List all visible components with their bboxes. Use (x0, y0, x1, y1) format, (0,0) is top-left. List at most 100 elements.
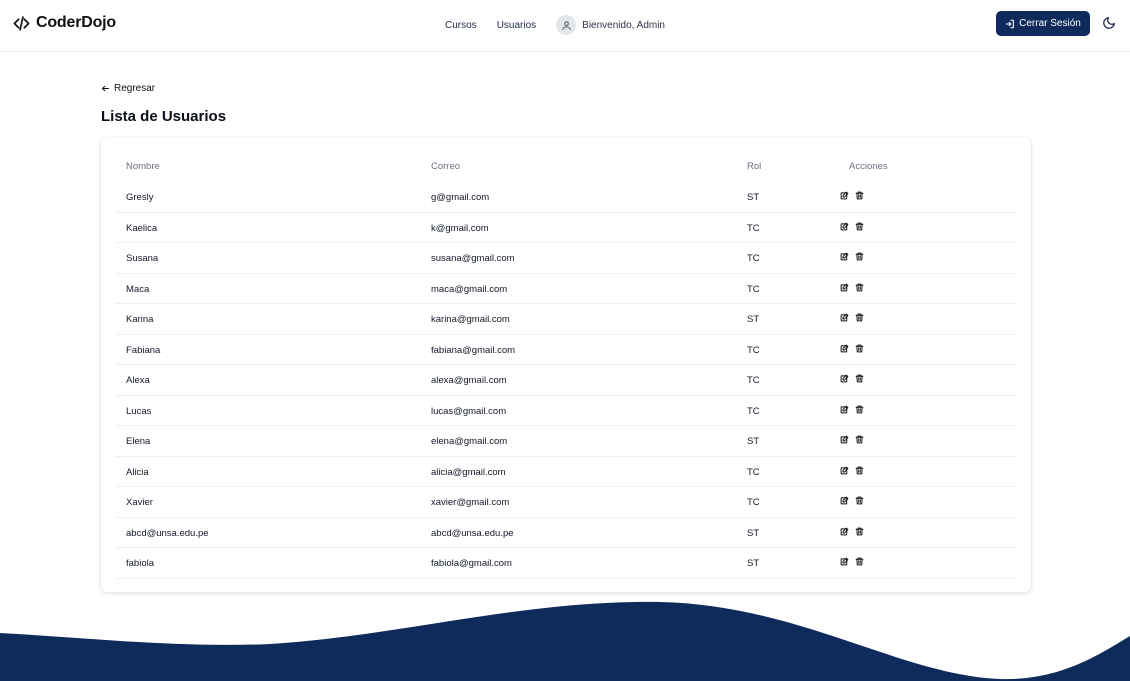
trash-icon[interactable] (855, 283, 864, 292)
table-row: Karina karina@gmail.com ST (116, 304, 1016, 335)
edit-icon[interactable] (840, 252, 849, 261)
top-navbar: CoderDojo Cursos Usuarios Bienvenido, Ad… (0, 0, 1130, 52)
footer-wave (0, 601, 1130, 681)
cell-name: Fabiana (126, 344, 161, 356)
cell-role: TC (747, 253, 760, 264)
users-table-card: Nombre Correo Rol Acciones Gresly g@gmail… (101, 138, 1031, 592)
user-icon (561, 20, 571, 30)
trash-icon[interactable] (855, 374, 864, 383)
cell-email: susana@gmail.com (431, 253, 515, 264)
trash-icon[interactable] (855, 496, 864, 505)
edit-icon[interactable] (840, 435, 849, 444)
table-body: Gresly g@gmail.com ST Kaelica k@gmail.com TC S… (116, 182, 1016, 579)
page-title: Lista de Usuarios (101, 108, 227, 125)
cell-email: fabiana@gmail.com (431, 344, 516, 356)
row-actions (840, 191, 864, 200)
cell-name: Maca (126, 283, 150, 295)
cell-name: Kaelica (126, 222, 158, 234)
cell-role: TC (747, 283, 760, 295)
cell-role: ST (747, 527, 760, 539)
cell-name: fabiola (126, 558, 154, 569)
trash-icon[interactable] (855, 435, 864, 444)
cell-email: xavier@gmail.com (431, 497, 510, 508)
avatar[interactable] (556, 15, 577, 35)
trash-icon[interactable] (855, 344, 864, 353)
row-actions (840, 374, 864, 383)
cell-name: Karina (126, 314, 154, 325)
cell-email: abcd@unsa.edu.pe (431, 527, 514, 539)
cell-role: TC (747, 344, 760, 356)
edit-icon[interactable] (840, 313, 849, 322)
row-actions (840, 557, 864, 566)
logout-button[interactable]: Cerrar Sesión (996, 11, 1090, 36)
cell-email: karina@gmail.com (431, 314, 510, 325)
cell-email: g@gmail.com (431, 192, 490, 203)
edit-icon[interactable] (840, 374, 849, 383)
cell-role: TC (747, 497, 760, 508)
welcome-text: Bienvenido, Admin (582, 19, 665, 31)
back-link[interactable]: Regresar (101, 83, 155, 94)
cell-email: maca@gmail.com (431, 283, 508, 295)
row-actions (840, 527, 864, 536)
trash-icon[interactable] (855, 405, 864, 414)
cell-name: abcd@unsa.edu.pe (126, 527, 209, 539)
edit-icon[interactable] (840, 527, 849, 536)
cell-email: lucas@gmail.com (431, 405, 507, 417)
moon-icon[interactable] (1102, 16, 1116, 30)
trash-icon[interactable] (855, 313, 864, 322)
cell-email: alexa@gmail.com (431, 375, 507, 386)
arrow-left-icon (102, 85, 109, 92)
cell-role: TC (747, 375, 760, 386)
edit-icon[interactable] (840, 283, 849, 292)
back-label: Regresar (114, 83, 156, 94)
row-actions (840, 283, 864, 292)
column-header-actions: Acciones (849, 161, 888, 172)
table-row: Maca maca@gmail.com TC (116, 274, 1016, 304)
cell-email: fabiola@gmail.com (431, 558, 512, 569)
table-row: Elena elena@gmail.com ST (116, 426, 1016, 457)
cell-name: Gresly (126, 192, 154, 203)
column-header-name: Nombre (126, 161, 160, 172)
trash-icon[interactable] (855, 466, 864, 475)
table-row: fabiola fabiola@gmail.com ST (116, 548, 1016, 579)
cell-email: k@gmail.com (431, 222, 489, 234)
row-actions (840, 252, 864, 261)
trash-icon[interactable] (855, 557, 864, 566)
cell-name: Lucas (126, 405, 152, 417)
cell-role: ST (747, 314, 760, 325)
cell-role: TC (747, 222, 760, 234)
row-actions (840, 344, 864, 353)
nav-link-courses[interactable]: Cursos (445, 20, 477, 31)
edit-icon[interactable] (840, 496, 849, 505)
brand-logo[interactable]: CoderDojo (13, 14, 116, 32)
edit-icon[interactable] (840, 557, 849, 566)
edit-icon[interactable] (840, 405, 849, 414)
table-row: Kaelica k@gmail.com TC (116, 213, 1016, 243)
table-row: Fabiana fabiana@gmail.com TC (116, 335, 1016, 365)
cell-name: Susana (126, 253, 159, 264)
cell-role: TC (747, 405, 760, 417)
cell-role: ST (747, 558, 760, 569)
cell-name: Elena (126, 436, 151, 447)
edit-icon[interactable] (840, 222, 849, 231)
trash-icon[interactable] (855, 222, 864, 231)
edit-icon[interactable] (840, 344, 849, 353)
row-actions (840, 466, 864, 475)
edit-icon[interactable] (840, 466, 849, 475)
row-actions (840, 496, 864, 505)
trash-icon[interactable] (855, 191, 864, 200)
edit-icon[interactable] (840, 191, 849, 200)
row-actions (840, 222, 864, 231)
brand-name: CoderDojo (36, 14, 116, 31)
table-row: Lucas lucas@gmail.com TC (116, 396, 1016, 426)
cell-email: elena@gmail.com (431, 436, 508, 447)
trash-icon[interactable] (855, 252, 864, 261)
cell-name: Alexa (126, 375, 150, 386)
table-row: Xavier xavier@gmail.com TC (116, 487, 1016, 518)
table-row: Gresly g@gmail.com ST (116, 182, 1016, 213)
cell-role: ST (747, 192, 760, 203)
nav-link-users[interactable]: Usuarios (497, 20, 536, 31)
column-header-email: Correo (431, 161, 461, 172)
trash-icon[interactable] (855, 527, 864, 536)
row-actions (840, 435, 864, 444)
